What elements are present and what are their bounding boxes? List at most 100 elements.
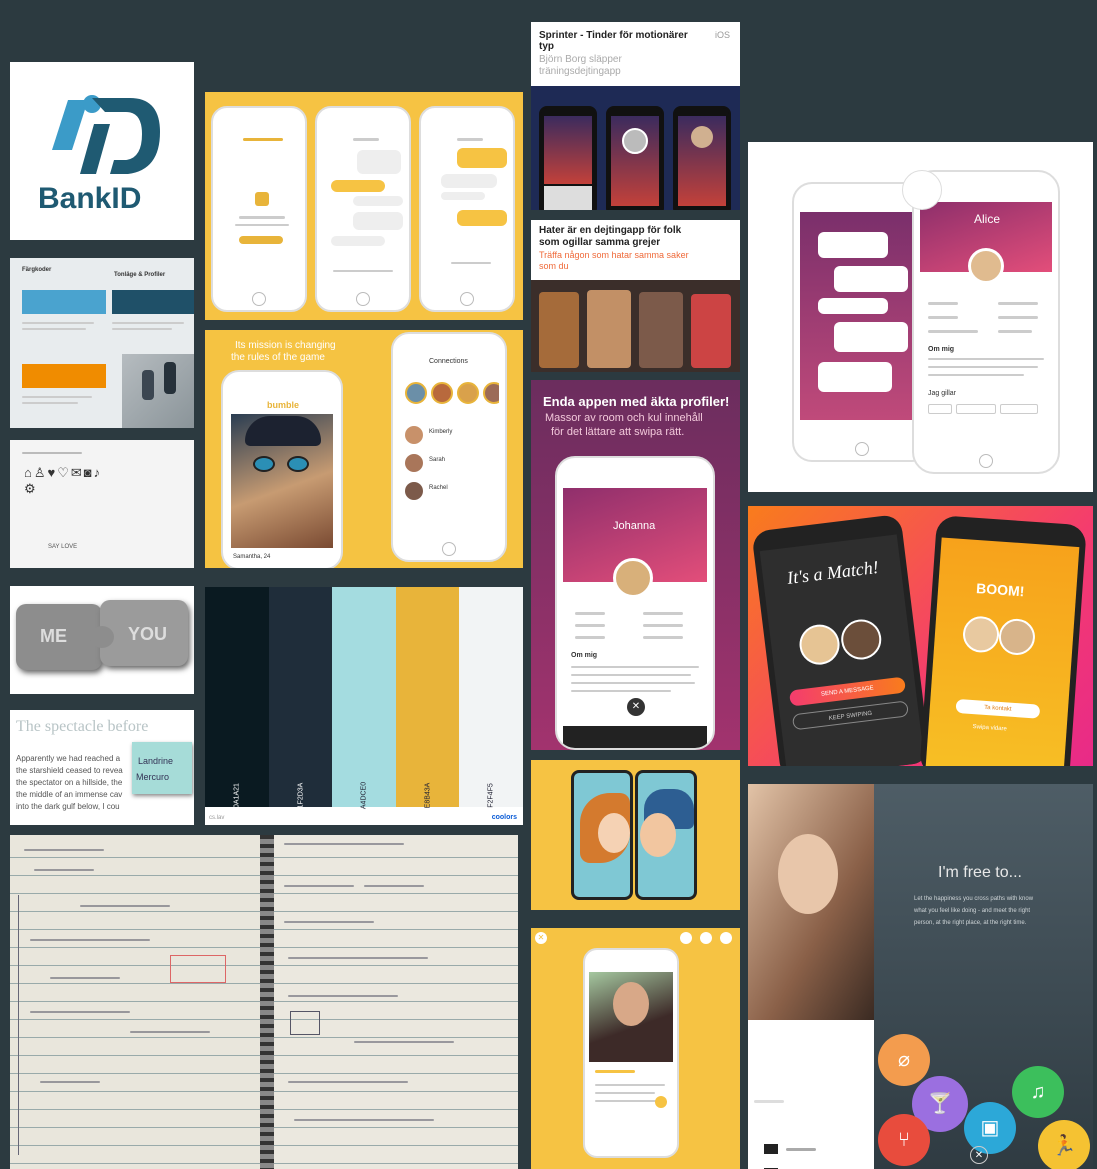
free-body-2: what you feel like doing - and meet the …: [914, 908, 1031, 914]
free-headline: I'm free to...: [938, 864, 1022, 881]
chat-phone-1: [211, 106, 307, 312]
gear-icon: ⚙: [24, 481, 38, 496]
match-keep-swiping-button[interactable]: KEEP SWIPING: [791, 700, 909, 731]
typography-story-card: The spectacle before Apparently we had r…: [10, 710, 194, 825]
boom-contact-button[interactable]: Ta kontakt: [955, 698, 1041, 719]
profile-app-phone: [583, 948, 679, 1158]
hater-card: Hater är en dejtingapp för folk som ogil…: [531, 220, 740, 372]
chat-empty-icon: [255, 192, 269, 206]
notebook-spiral: [260, 835, 274, 1169]
match-title-1: It's a: [785, 563, 824, 588]
hater-title-1: Hater är en dejtingapp för folk: [539, 225, 682, 236]
story-line-5: into the dark gulf below, I cou: [16, 802, 120, 811]
home-icon: ⌂: [24, 465, 34, 480]
camera-icon: ◙: [83, 465, 94, 480]
user-icon: ♙: [33, 465, 48, 480]
profile-photo: [231, 414, 333, 548]
run-option-button[interactable]: 🏃: [1038, 1120, 1090, 1169]
swatch-5: F2F4F5: [459, 587, 523, 808]
free-to-card: I'm free to... Let the happiness you cro…: [748, 784, 1093, 1169]
story-heading: The spectacle before: [16, 718, 149, 735]
alice-name: Alice: [974, 212, 1001, 226]
free-body-3: person, at the right place, at the right…: [914, 920, 1027, 926]
close-icon[interactable]: ✕: [535, 932, 547, 944]
pop-art-kiss-card: [531, 760, 740, 910]
notebook-page-left: [10, 835, 260, 1169]
alice-section-about: Om mig: [928, 346, 955, 353]
enda-section-about: Om mig: [571, 652, 598, 659]
chat-screens-card: [205, 92, 523, 320]
enda-sub-1: Massor av room och kul innehåll: [545, 412, 703, 424]
bankid-wordmark: BankID: [38, 182, 142, 215]
bumble-card: Its mission is changing the rules of the…: [205, 330, 523, 568]
free-close-button[interactable]: ✕: [970, 1146, 988, 1164]
boom-link[interactable]: Swipa vidare: [972, 724, 1007, 732]
chat-phone-3: [419, 106, 515, 312]
alice-avatar: [968, 248, 1004, 284]
street-photo: [122, 354, 194, 428]
palette-label-left: Färgkoder: [22, 267, 52, 273]
story-line-3: the spectator on a hillside, the: [16, 778, 123, 787]
alice-profile-card: Alice Om mig Jag gillar: [748, 142, 1093, 492]
music-option-button[interactable]: ♫: [1012, 1066, 1064, 1118]
swatches-footer-left: cs.lav: [209, 815, 225, 821]
puzzle-text-me: ME: [40, 626, 67, 646]
hater-title-2: som ogillar samma grejer: [539, 237, 661, 248]
swatch-1: 0A1A21: [205, 587, 269, 808]
sticky-line-2: Mercuro: [136, 772, 170, 782]
story-line-1: Apparently we had reached a: [16, 754, 121, 763]
chat-icon: ✉: [70, 465, 84, 480]
puzzle-text-you: YOU: [128, 624, 168, 644]
color-swatches-card: 0A1A21 1F2D3A A4DCE0 E8B43A F2F4F5 cs.la…: [205, 587, 523, 825]
match-phone: It's a Match! SEND A MESSAGE KEEP SWIPIN…: [751, 513, 931, 766]
match-title-2: Match!: [825, 556, 880, 584]
movie-option-button[interactable]: ▣: [964, 1102, 1016, 1154]
enda-close-button[interactable]: ✕: [627, 698, 645, 716]
enda-headline: Enda appen med äkta profiler!: [543, 394, 730, 409]
sprinter-subtitle-2: träningsdejtingapp: [539, 66, 621, 77]
connections-title: Connections: [429, 358, 468, 365]
connection-row-2[interactable]: Sarah: [429, 457, 445, 463]
palette-card: Färgkoder Tonläge & Profiler: [10, 258, 194, 428]
icons-caption: SAY LOVE: [48, 544, 78, 550]
palette-swatch-blue: [22, 290, 106, 314]
bookmark-icon[interactable]: [720, 932, 732, 944]
heart-outline-icon: ♡: [57, 465, 71, 480]
enda-tabbar: [563, 726, 707, 748]
swatch-3: A4DCE0: [332, 587, 396, 809]
sprinter-platform: iOS: [714, 30, 730, 40]
enda-avatar: [613, 558, 653, 598]
coffee-option-button[interactable]: ⌀: [878, 1034, 930, 1086]
free-list-panel: [748, 1020, 874, 1169]
match-card: It's a Match! SEND A MESSAGE KEEP SWIPIN…: [748, 506, 1093, 766]
hater-subtitle-1: Träffa någon som hatar samma saker: [539, 250, 689, 260]
profile-app-photo: [589, 972, 673, 1062]
bankid-badge-icon: [902, 170, 942, 210]
enda-appen-card: Enda appen med äkta profiler! Massor av …: [531, 380, 740, 750]
connection-row-1[interactable]: Kimberly: [429, 429, 452, 435]
profile-app-chat-button[interactable]: [655, 1096, 667, 1108]
palette-swatch-navy: [112, 290, 194, 314]
free-body-1: Let the happiness you cross paths with k…: [914, 896, 1034, 902]
hater-subtitle-2: som du: [539, 261, 569, 271]
alice-section-likes: Jag gillar: [928, 390, 957, 397]
icons-card: ⌂♙♥♡✉◙♪ ⚙ SAY LOVE: [10, 440, 194, 568]
palette-label-right: Tonläge & Profiler: [114, 272, 166, 278]
puzzle-image: ME YOU: [10, 586, 194, 694]
share-icon[interactable]: [680, 932, 692, 944]
sprinter-card: Sprinter - Tinder för motionärer typ iOS…: [531, 22, 740, 210]
hater-banner: [531, 280, 740, 372]
connection-row-3[interactable]: Rachel: [429, 485, 448, 491]
chat-phone-2: [315, 106, 411, 312]
kiss-phone-right: [635, 770, 697, 900]
story-line-4: the middle of an immense cav: [16, 790, 123, 799]
sprinter-subtitle-1: Björn Borg släpper: [539, 54, 622, 65]
icon-row: ⌂♙♥♡✉◙♪ ⚙: [24, 465, 174, 497]
notebook-sketch: [10, 835, 518, 1169]
music-icon: ♪: [93, 465, 103, 480]
food-option-button[interactable]: ⑂: [878, 1114, 930, 1166]
bumble-profile-name: Samantha, 24: [233, 554, 271, 560]
bumble-headline-2: the rules of the game: [231, 352, 325, 363]
swatches-footer-right[interactable]: coolors: [492, 814, 517, 821]
link-icon[interactable]: [700, 932, 712, 944]
